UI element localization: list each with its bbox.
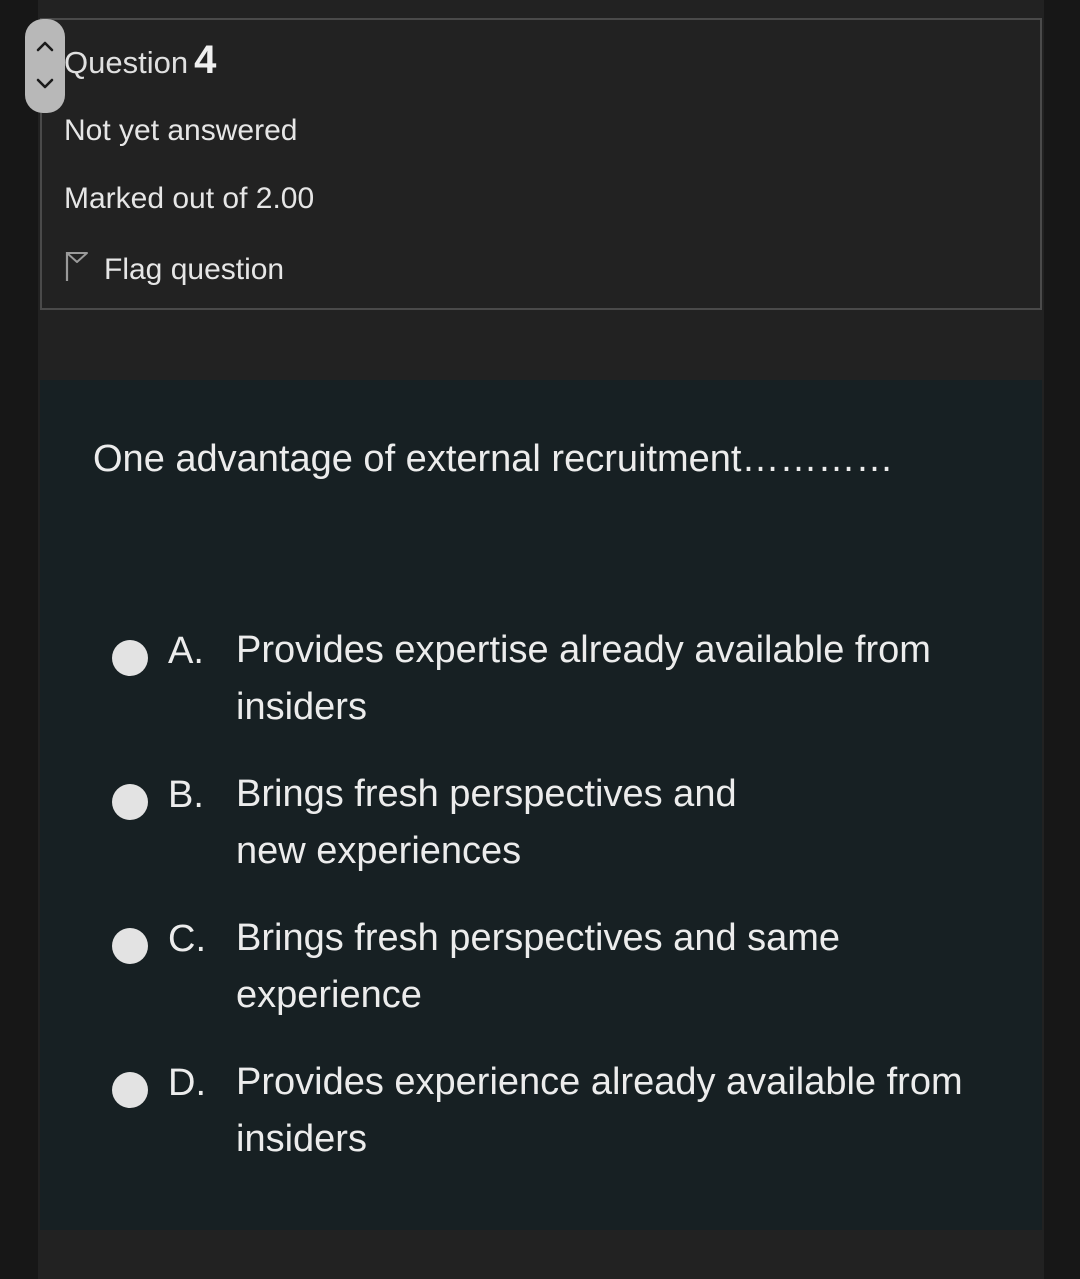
answer-text: Brings fresh perspectives and same exper…: [236, 917, 841, 1016]
scroll-control[interactable]: [25, 19, 65, 113]
question-state: Not yet answered: [64, 114, 298, 147]
question-heading: Question 4: [64, 38, 216, 83]
chevron-up-icon[interactable]: [36, 39, 54, 57]
answer-letter: A.: [168, 630, 204, 672]
answer-letter: B.: [168, 774, 204, 816]
radio-button[interactable]: [112, 640, 148, 676]
chevron-down-icon[interactable]: [36, 77, 54, 95]
question-grade: Marked out of 2.00: [64, 182, 315, 215]
answer-letter: D.: [168, 1062, 206, 1104]
answer-text: Provides expertise already available fro…: [236, 629, 931, 728]
question-label: Question: [64, 45, 189, 80]
radio-button[interactable]: [112, 1072, 148, 1108]
answer-text: Provides experience already available fr…: [236, 1061, 963, 1160]
flag-question-label: Flag question: [104, 253, 285, 286]
flag-question-link[interactable]: Flag question: [64, 250, 284, 290]
question-content-panel: One advantage of external recruitment…………: [40, 380, 1042, 1230]
answer-letter: C.: [168, 918, 206, 960]
question-number: 4: [194, 38, 217, 82]
answer-text: Brings fresh perspectives and new experi…: [236, 773, 737, 872]
radio-button[interactable]: [112, 784, 148, 820]
question-info-panel: Question 4 Not yet answered Marked out of…: [40, 18, 1042, 310]
question-text: One advantage of external recruitment…………: [93, 438, 894, 480]
flag-outline-icon: [64, 250, 90, 290]
radio-button[interactable]: [112, 928, 148, 964]
